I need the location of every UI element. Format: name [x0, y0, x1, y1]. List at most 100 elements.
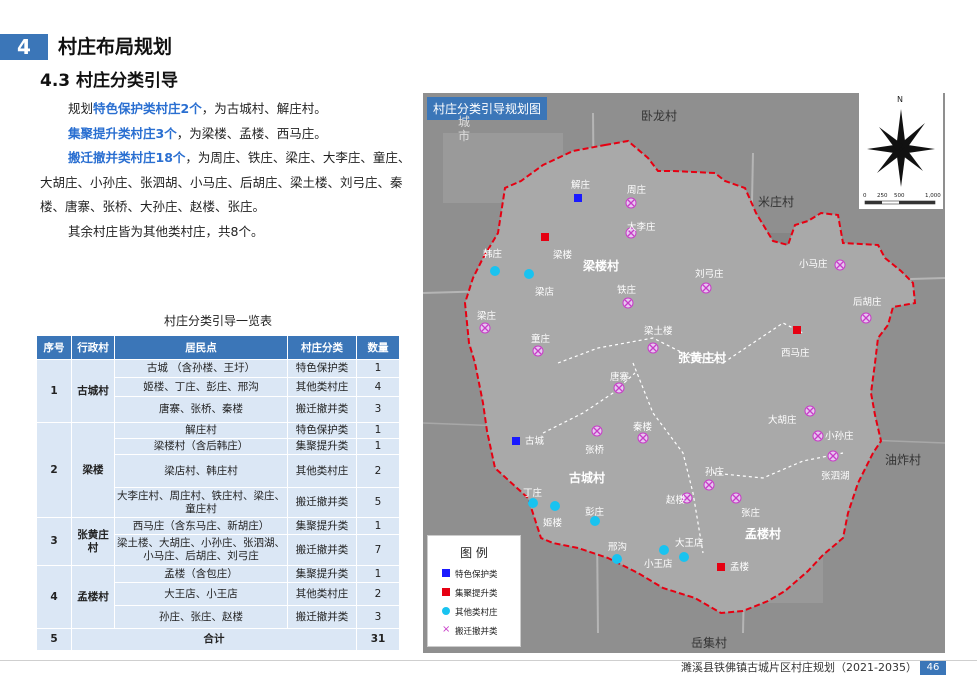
count-cell: 3: [356, 605, 400, 629]
total-no: 5: [36, 628, 72, 651]
group-village: 孟楼村: [71, 565, 115, 629]
planning-map: 村庄分类引导规划图 卧龙村 米庄村 油炸村 岳集村 城 市 梁楼村 张黄庄村 古…: [423, 93, 945, 653]
label-houhuzhuang: 后胡庄: [853, 297, 882, 308]
admin-lianglou: 梁楼村: [583, 259, 620, 273]
label-tiezhuang: 铁庄: [617, 285, 637, 296]
square-icon: [442, 588, 450, 596]
footer-title: 濉溪县铁佛镇古城片区村庄规划（2021-2035）: [681, 661, 917, 674]
label-dalizhuang: 大李庄: [627, 222, 656, 233]
count-cell: 2: [356, 582, 400, 606]
count-cell: 1: [356, 565, 400, 583]
label-gucheng: 古城: [525, 436, 545, 447]
class-cell: 其他类村庄: [287, 582, 357, 606]
settlement-cell: 孟楼（含包庄）: [114, 565, 288, 583]
scale-label: 500: [894, 193, 905, 199]
class-cell: 搬迁撤并类: [287, 534, 357, 566]
group-no: 4: [36, 565, 72, 629]
group-village: 梁楼: [71, 422, 115, 518]
compass-scale-panel: N 0 250 500 1,000: [859, 93, 943, 209]
table-row: 1 古城村 古城 （含孙楼、王圩） 特色保护类 1: [36, 359, 400, 423]
compass-rose: [867, 109, 935, 187]
count-cell: 7: [356, 534, 400, 566]
settlement-cell: 唐寨、张桥、秦楼: [114, 396, 288, 423]
label-sunzhuang: 孙庄: [705, 467, 725, 478]
class-cell: 集聚提升类: [287, 565, 357, 583]
count-cell: 2: [356, 454, 400, 488]
other-village-marker: [524, 269, 534, 279]
table-header-row: 序号 行政村 居民点 村庄分类 数量: [36, 335, 400, 360]
gather-upgrade-marker: [717, 563, 725, 571]
label-menglou: 孟楼: [730, 562, 750, 573]
group-village: 张黄庄村: [71, 517, 115, 566]
other-village-marker: [679, 552, 689, 562]
label-jiezhuang: 解庄: [571, 180, 591, 191]
table-row: 2 梁楼 解庄村 特色保护类 1: [36, 422, 400, 518]
classification-table: 序号 行政村 居民点 村庄分类 数量 1 古城村 古城 （含孙楼、王圩） 特色保…: [36, 335, 400, 651]
table-caption: 村庄分类引导一览表: [163, 314, 272, 328]
header-cell: 数量: [356, 335, 400, 360]
count-cell: 1: [356, 359, 400, 378]
class-cell: 搬迁撤并类: [287, 605, 357, 629]
settlement-cell: 孙庄、张庄、赵楼: [114, 605, 288, 629]
label-zhaolou: 赵楼: [666, 495, 686, 506]
label-xiaosunzhuang: 小孙庄: [825, 431, 854, 442]
label-liugongzhuang: 刘弓庄: [695, 269, 724, 280]
class-cell: 搬迁撤并类: [287, 487, 357, 518]
legend-item: 特色保护类: [428, 565, 520, 584]
intro-line-4: 其余村庄皆为其他类村庄，共8个。: [68, 223, 264, 239]
label-dingzhuang: 丁庄: [523, 488, 543, 499]
table-row: 4 孟楼村 孟楼（含包庄） 集聚提升类 1: [36, 565, 400, 629]
label-hanzhuang: 韩庄: [483, 249, 503, 260]
admin-menglou: 孟楼村: [745, 527, 782, 541]
class-cell: 搬迁撤并类: [287, 396, 357, 423]
page-number: 46: [920, 661, 946, 675]
label-wolong: 卧龙村: [641, 109, 678, 123]
table-row: 3 张黄庄村 西马庄（含东马庄、新胡庄） 集聚提升类 1: [36, 517, 400, 566]
other-village-marker: [528, 498, 538, 508]
other-village-marker: [490, 266, 500, 276]
other-village-marker: [550, 501, 560, 511]
class-cell: 其他类村庄: [287, 454, 357, 488]
intro-text: 规划特色保护类村庄2个，为古城村、解庄村。 集聚提升类村庄3个，为梁楼、孟楼、西…: [40, 97, 412, 244]
scale-bar-segment: [865, 201, 882, 204]
intro-line-3: 搬迁撤并类村庄18个，为周庄、铁庄、梁庄、大李庄、童庄、大胡庄、小孙庄、张泗胡、…: [40, 150, 411, 214]
admin-zhanghuangzhuang: 张黄庄村: [678, 351, 727, 365]
circle-icon: [442, 607, 450, 615]
intro-line-1: 规划特色保护类村庄2个，为古城村、解庄村。: [68, 101, 327, 116]
label-xiaomazhuang: 小马庄: [799, 259, 828, 270]
group-no: 2: [36, 422, 72, 518]
label-lianglou: 梁楼: [553, 250, 573, 261]
header-cell: 序号: [36, 335, 72, 360]
table-total-row: 5 合计 31: [36, 628, 400, 651]
legend-item: 其他类村庄: [428, 603, 520, 622]
label-youzha: 油炸村: [885, 453, 922, 467]
settlement-cell: 大李庄村、周庄村、铁庄村、梁庄、童庄村: [114, 487, 288, 518]
total-label: 合计: [71, 628, 357, 651]
label-mizhuang: 米庄村: [758, 195, 795, 209]
intro-line-2: 集聚提升类村庄3个，为梁楼、孟楼、西马庄。: [68, 125, 327, 141]
map-legend: 图 例 特色保护类 集聚提升类 其他类村庄 × 搬迁撤并类: [427, 535, 521, 647]
label-ximazhuang: 西马庄: [781, 348, 810, 359]
label-pengzhuang: 彭庄: [585, 507, 605, 518]
settlement-cell: 梁店村、韩庄村: [114, 454, 288, 488]
label-zhangsihu: 张泗湖: [821, 471, 850, 482]
label-dawangdian: 大王店: [675, 538, 704, 549]
header-cell: 居民点: [114, 335, 288, 360]
label-xinggou: 邢沟: [608, 542, 628, 553]
special-protect-marker: [574, 194, 582, 202]
count-cell: 3: [356, 396, 400, 423]
section-title: 村庄布局规划: [58, 36, 173, 58]
legend-item: × 搬迁撤并类: [442, 624, 498, 638]
label-dahuzhuang: 大胡庄: [768, 415, 797, 426]
gather-upgrade-marker: [541, 233, 549, 241]
other-village-marker: [612, 554, 622, 564]
count-cell: 1: [356, 517, 400, 535]
square-icon: [442, 569, 450, 577]
label-tongzhuang: 童庄: [531, 334, 551, 345]
group-no: 1: [36, 359, 72, 423]
label-shi: 市: [458, 129, 471, 143]
group-no: 3: [36, 517, 72, 566]
gather-upgrade-marker: [793, 326, 801, 334]
cross-icon: ×: [442, 624, 451, 635]
class-cell: 特色保护类: [287, 359, 357, 378]
